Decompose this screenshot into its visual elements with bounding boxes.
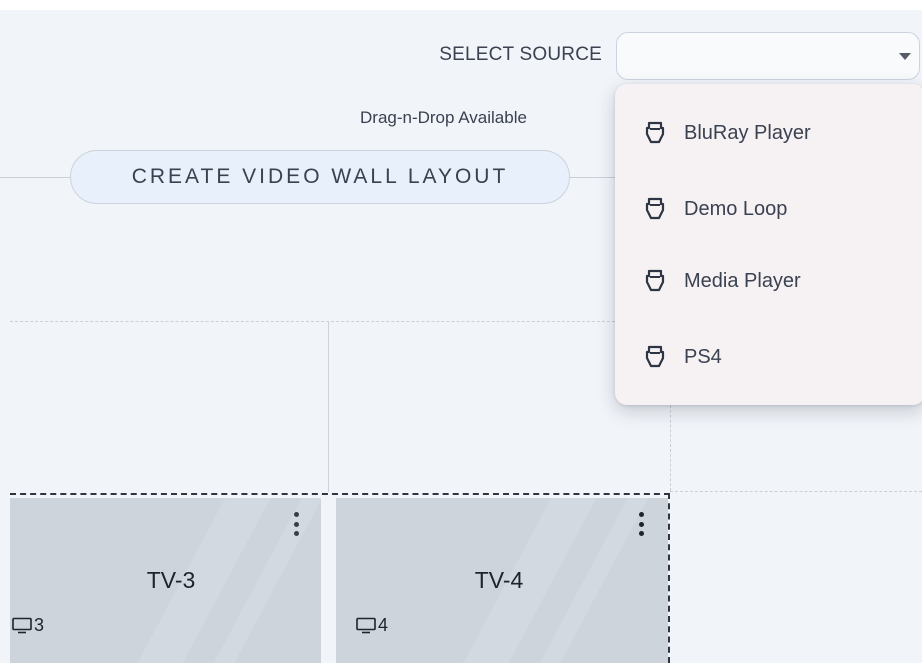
create-video-wall-layout-button[interactable]: CREATE VIDEO WALL LAYOUT [70, 150, 570, 204]
grid-line-upper [10, 321, 615, 322]
display-icon [356, 617, 376, 634]
source-option-label: BluRay Player [684, 121, 811, 144]
source-option-label: Media Player [684, 269, 801, 292]
more-options-icon[interactable] [638, 512, 644, 536]
tv-tile-number: 4 [356, 615, 388, 636]
select-source-label: SELECT SOURCE [439, 44, 602, 65]
caret-down-icon[interactable] [899, 53, 911, 60]
tv-tile-number: 3 [12, 615, 44, 636]
source-option-media-player[interactable]: Media Player [615, 251, 922, 311]
hdmi-icon [645, 269, 665, 292]
divider-left [0, 177, 70, 178]
grid-line-vertical-center [328, 322, 329, 492]
hdmi-icon [645, 121, 665, 144]
source-option-demo-loop[interactable]: Demo Loop [615, 179, 922, 239]
hdmi-icon [645, 345, 665, 368]
display-icon [12, 617, 32, 634]
tv-tile-number-value: 4 [378, 615, 389, 635]
source-option-ps4[interactable]: PS4 [615, 327, 922, 387]
tv-tile-number-value: 3 [34, 615, 45, 635]
tv-tile-name: TV-3 [146, 567, 196, 593]
source-option-label: PS4 [684, 345, 722, 368]
source-option-label: Demo Loop [684, 197, 788, 220]
hdmi-icon [645, 197, 665, 220]
tv-tile-3[interactable]: TV-3 3 [10, 498, 321, 663]
grid-line-vertical-right [670, 405, 671, 491]
tv-tile-name: TV-4 [474, 567, 524, 593]
select-source-dropdown[interactable] [616, 32, 920, 80]
create-video-wall-layout-label: CREATE VIDEO WALL LAYOUT [131, 165, 509, 188]
top-strip [0, 0, 922, 10]
source-option-bluray-player[interactable]: BluRay Player [615, 103, 922, 163]
tv-tile-4[interactable]: TV-4 4 [336, 498, 668, 663]
grid-line-lower-right [670, 491, 922, 492]
divider-right [570, 177, 616, 178]
source-dropdown-menu: BluRay Player Demo Loop Media Player PS4 [615, 84, 922, 405]
more-options-icon[interactable] [293, 512, 299, 536]
